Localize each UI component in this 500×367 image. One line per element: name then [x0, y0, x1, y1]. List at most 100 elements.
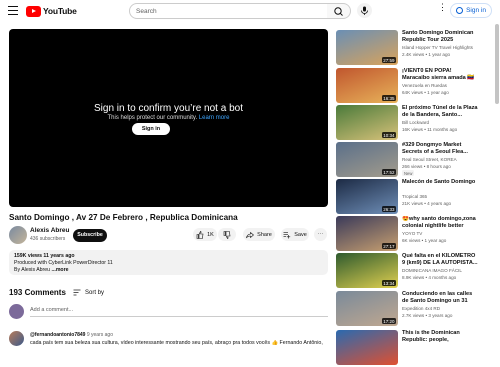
sign-in-button[interactable]: Sign in [450, 3, 492, 18]
add-comment-input[interactable]: Add a comment... [30, 307, 73, 313]
video-duration: 26:33 [381, 206, 396, 212]
recommended-video[interactable]: 26:33 Malecón de Santo Domingo Tropical 36… [336, 179, 478, 216]
recommended-title[interactable]: 😍why santo domingo,zona colonial nightli… [402, 216, 478, 230]
recommended-meta: 16K views • 11 months ago [402, 126, 458, 132]
settings-more-icon[interactable]: ⋮ [438, 3, 447, 17]
share-button[interactable]: Share [243, 228, 275, 241]
user-avatar [9, 304, 24, 319]
video-duration: 10:34 [381, 132, 396, 138]
recommended-channel[interactable]: Tropical 365 [402, 194, 427, 199]
recommended-title[interactable]: Malecón de Santo Domingo [402, 179, 478, 186]
player-sign-in-button[interactable]: Sign in [132, 123, 170, 135]
comment-input-underline [30, 316, 328, 317]
sign-in-label: Sign in [466, 7, 486, 14]
video-thumbnail[interactable]: 17:20 [336, 291, 398, 326]
recommended-title[interactable]: Conduciendo en las calles de Santo Domin… [402, 291, 478, 305]
thumbs-up-icon [196, 230, 204, 239]
like-button[interactable]: 1K [193, 228, 217, 241]
video-player[interactable]: Sign in to confirm you’re not a bot This… [9, 29, 328, 207]
recommended-channel[interactable]: Bill Lockward [402, 120, 429, 125]
recommended-channel[interactable]: DOMINICANA IMAGO FÁCIL [402, 268, 462, 273]
recommended-channel[interactable]: Real Seoul Street, KOREA [402, 157, 457, 162]
subscribe-button[interactable]: Subscribe [73, 229, 107, 242]
video-title: Santo Domingo , Av 27 De Febrero , Repub… [9, 213, 238, 222]
recommended-title[interactable]: #329 Dongmyo Market Secrets of a Seoul F… [402, 142, 478, 156]
youtube-logo[interactable]: YouTube [26, 5, 77, 17]
save-label: Save [294, 231, 307, 238]
comments-count: 193 Comments [9, 288, 66, 297]
youtube-play-icon [26, 5, 41, 17]
sort-label: Sort by [85, 289, 105, 296]
recommended-meta: 64K views • 1 year ago [402, 89, 449, 95]
comment-text: cada país tem sua beleza sua cultura, ví… [30, 340, 323, 346]
recommended-video[interactable]: 27:17 😍why santo domingo,zona colonial ni… [336, 216, 478, 253]
description-more-link[interactable]: ...more [52, 267, 69, 273]
recommended-video[interactable]: 27:59 Santo Domingo Dominican Republic To… [336, 30, 478, 67]
more-actions-button[interactable]: ⋯ [314, 228, 327, 241]
video-duration: 27:59 [381, 57, 396, 63]
description-line: Produced with CyberLink PowerDirector 11 [14, 260, 113, 266]
video-thumbnail[interactable]: 10:34 [336, 105, 398, 140]
dislike-button[interactable] [218, 228, 236, 241]
learn-more-link[interactable]: Learn more [199, 115, 230, 121]
comment-author[interactable]: @fernandoantonio7849 [30, 332, 85, 338]
share-label: Share [257, 231, 272, 238]
recommended-video[interactable]: 17:52 #329 Dongmyo Market Secrets of a Se… [336, 142, 478, 179]
search-input[interactable]: Search [129, 3, 328, 19]
video-duration: 13:34 [381, 280, 396, 286]
masthead: YouTube Search ⋮ Sign in [0, 0, 500, 22]
recommended-video[interactable]: This is the Dominican Republic: people, … [336, 330, 478, 367]
video-thumbnail[interactable]: 27:59 [336, 30, 398, 65]
comment-age[interactable]: 9 years ago [87, 332, 113, 338]
recommended-title[interactable]: El próximo Túnel de la Plaza de la Bande… [402, 105, 478, 119]
thumbs-down-icon [223, 230, 231, 239]
comment-author-line: @fernandoantonio7849 9 years ago [30, 332, 113, 338]
recommended-video[interactable]: 16:35 ¡VIENT0 EN POPA! Maracaibo sierra a… [336, 68, 478, 105]
recommended-video[interactable]: 13:34 Qué falta en el KILÓMETRO 9 (km9) D… [336, 253, 478, 290]
sort-comments-button[interactable]: Sort by [73, 289, 104, 296]
recommended-meta: 266 views • 8 hours ago [402, 163, 451, 169]
commenter-avatar[interactable] [9, 331, 24, 346]
views-and-date: 159K views 11 years ago [14, 253, 75, 259]
recommended-title[interactable]: ¡VIENT0 EN POPA! Maracaibo sierra amada … [402, 68, 478, 82]
recommended-meta: 8.9K views • 4 months ago [402, 274, 457, 280]
recommended-title[interactable]: Santo Domingo Dominican Republic Tour 20… [402, 30, 478, 44]
subscriber-count: 436 subscribers [30, 236, 66, 242]
recommended-channel[interactable]: YOYO TV [402, 231, 422, 236]
description-author-line: By Alexis Abreu [14, 267, 51, 273]
account-icon [456, 7, 464, 14]
logo-text: YouTube [43, 6, 77, 16]
save-button[interactable]: Save [281, 228, 309, 241]
recommended-meta: 21K views • 4 years ago [402, 200, 452, 206]
search-icon [334, 7, 343, 16]
recommended-channel[interactable]: Expedition 4x4 RD [402, 306, 440, 311]
sort-icon [73, 289, 81, 296]
voice-search-button[interactable] [357, 3, 372, 18]
recommended-title[interactable]: Qué falta en el KILÓMETRO 9 (km9) DE LA … [402, 253, 478, 267]
like-count: 1K [207, 231, 214, 238]
video-thumbnail[interactable]: 13:34 [336, 253, 398, 288]
recommended-meta: 2.7K views • 3 years ago [402, 312, 453, 318]
hamburger-menu-icon[interactable] [8, 6, 18, 15]
video-thumbnail[interactable]: 26:33 [336, 179, 398, 214]
share-icon [246, 231, 255, 238]
new-badge: New [402, 170, 415, 176]
video-duration: 27:17 [381, 243, 396, 249]
description-box[interactable]: 159K views 11 years ago Produced with Cy… [9, 250, 328, 275]
recommended-channel[interactable]: Island Hopper TV Travel Highlights [402, 45, 473, 50]
recommended-channel[interactable]: Venezuela en Ruedas [402, 83, 447, 88]
recommended-title[interactable]: This is the Dominican Republic: people, … [402, 330, 478, 344]
search-button[interactable] [327, 3, 351, 19]
bot-check-description: This helps protect our community. [107, 115, 198, 121]
channel-name[interactable]: Alexis Abreu [30, 227, 70, 234]
video-thumbnail[interactable]: 16:35 [336, 68, 398, 103]
recommended-video[interactable]: 17:20 Conduciendo en las calles de Santo … [336, 291, 478, 328]
video-thumbnail[interactable]: 17:52 [336, 142, 398, 177]
scrollbar-thumb[interactable] [495, 24, 499, 104]
video-thumbnail[interactable]: 27:17 [336, 216, 398, 251]
video-duration: 17:20 [381, 318, 396, 324]
bot-check-title: Sign in to confirm you’re not a bot [94, 103, 243, 114]
channel-avatar[interactable] [9, 226, 27, 244]
recommended-video[interactable]: 10:34 El próximo Túnel de la Plaza de la … [336, 105, 478, 142]
recommended-meta: 2.4K views • 1 year ago [402, 51, 451, 57]
